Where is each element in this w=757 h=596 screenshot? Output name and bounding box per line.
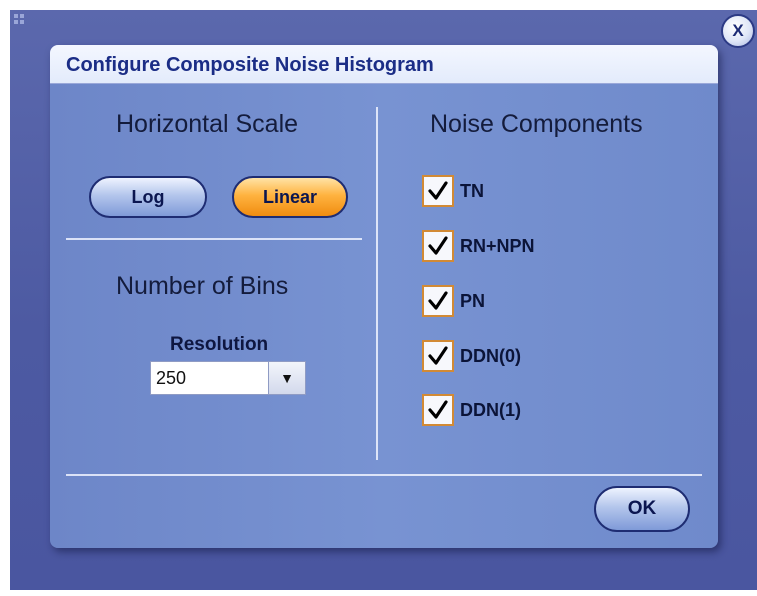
ddn1-label: DDN(1)	[460, 400, 521, 420]
rn-npn-checkbox[interactable]	[422, 230, 454, 262]
grip-icon	[14, 14, 28, 28]
linear-scale-button[interactable]: Linear	[232, 176, 348, 218]
column-divider	[376, 107, 378, 460]
ok-label: OK	[627, 498, 657, 519]
resolution-value: 250	[156, 368, 187, 388]
linear-scale-label: Linear	[262, 186, 318, 207]
pn-checkbox[interactable]	[422, 285, 454, 317]
ddn1-checkbox[interactable]	[422, 394, 454, 426]
ok-button[interactable]: OK	[594, 486, 690, 532]
dropdown-arrow-icon[interactable]: ▼	[268, 362, 305, 394]
checkmark-icon	[428, 291, 448, 310]
close-icon: X	[732, 21, 744, 40]
checkmark-icon	[428, 400, 448, 419]
configure-histogram-dialog: Configure Composite Noise Histogram Hori…	[50, 45, 718, 548]
noise-components-heading: Noise Components	[430, 110, 643, 138]
number-of-bins-heading: Number of Bins	[116, 272, 289, 300]
tn-label: TN	[460, 181, 484, 201]
dialog-title-bar: Configure Composite Noise Histogram	[50, 45, 718, 84]
dialog-title: Configure Composite Noise Histogram	[66, 54, 434, 76]
log-scale-button[interactable]: Log	[89, 176, 207, 218]
horizontal-scale-heading: Horizontal Scale	[116, 110, 299, 138]
tn-checkbox[interactable]	[422, 175, 454, 207]
resolution-label: Resolution	[170, 334, 269, 355]
checkmark-icon	[428, 181, 448, 200]
rn-npn-label: RN+NPN	[460, 236, 535, 256]
left-section-divider	[66, 238, 362, 240]
ddn0-checkbox[interactable]	[422, 340, 454, 372]
pn-label: PN	[460, 291, 486, 311]
resolution-select[interactable]: 250 ▼	[150, 361, 306, 395]
footer-divider	[66, 474, 702, 476]
ddn0-label: DDN(0)	[460, 346, 521, 366]
close-button[interactable]: X	[721, 14, 755, 48]
log-scale-label: Log	[131, 186, 165, 207]
checkmark-icon	[428, 236, 448, 255]
checkmark-icon	[428, 346, 448, 365]
